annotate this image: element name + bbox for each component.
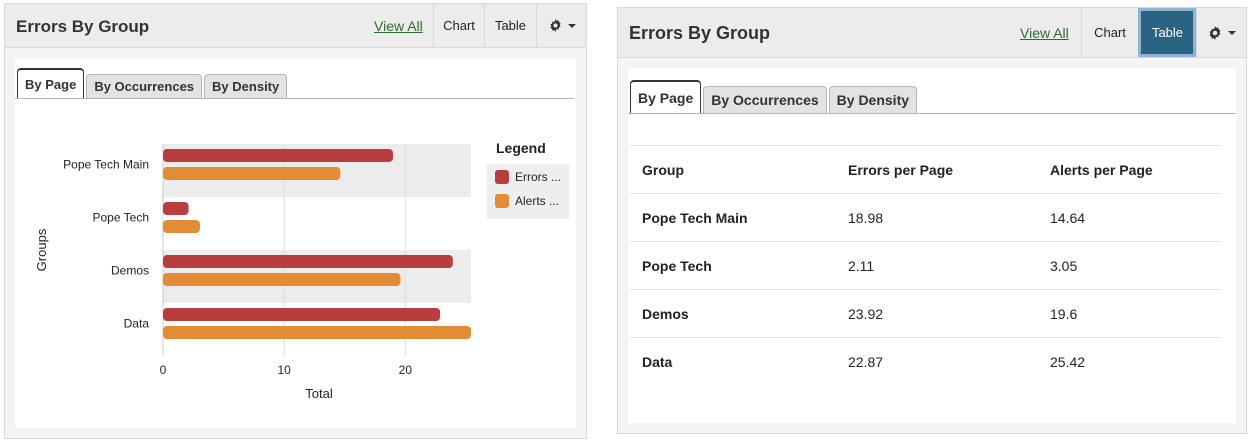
y-category-label: Data	[124, 317, 150, 331]
view-all-link[interactable]: View All	[374, 18, 423, 34]
bar-alerts	[163, 220, 200, 233]
chevron-down-icon	[1228, 30, 1236, 35]
cell-errors: 23.92	[836, 289, 1038, 338]
panel-header: Errors By Group View All Chart Table	[5, 4, 586, 48]
table-view-button[interactable]: Table	[484, 4, 536, 47]
legend: Errors ... Alerts ...	[487, 164, 569, 219]
tab-bar: By Page By Occurrences By Density	[630, 80, 918, 113]
y-category-label: Pope Tech Main	[63, 158, 149, 172]
tab-by-density[interactable]: By Density	[828, 86, 918, 113]
column-header-errors: Errors per Page	[836, 145, 1038, 194]
cell-group: Data	[630, 337, 836, 386]
cell-alerts: 25.42	[1038, 337, 1220, 386]
cell-errors: 2.11	[836, 241, 1038, 290]
y-category-label: Demos	[111, 264, 149, 278]
tab-underline	[628, 113, 1236, 114]
tab-by-page[interactable]: By Page	[630, 80, 702, 113]
cell-alerts: 19.6	[1038, 289, 1220, 338]
table-row: Data 22.87 25.42	[630, 337, 1220, 386]
table-row: Demos 23.92 19.6	[630, 289, 1220, 338]
y-axis-title: Groups	[34, 228, 49, 271]
settings-menu-button[interactable]	[536, 4, 587, 47]
table-header-row: Group Errors per Page Alerts per Page	[630, 145, 1220, 194]
table-row: Pope Tech Main 18.98 14.64	[630, 193, 1220, 242]
gear-icon	[1208, 25, 1222, 40]
column-header-group: Group	[630, 145, 836, 194]
legend-item-alerts[interactable]: Alerts ...	[495, 194, 559, 208]
legend-swatch-errors	[495, 170, 509, 184]
panel-header: Errors By Group View All Chart Table	[618, 8, 1246, 58]
cell-group: Demos	[630, 289, 836, 338]
column-header-alerts: Alerts per Page	[1038, 145, 1220, 194]
bar-errors	[163, 202, 189, 215]
bar-errors	[163, 308, 441, 321]
table-row: Pope Tech 2.11 3.05	[630, 241, 1220, 290]
bar-alerts	[163, 167, 341, 180]
legend-swatch-alerts	[495, 194, 509, 208]
chart-view-button[interactable]: Chart	[433, 4, 484, 47]
x-axis-title: Total	[305, 386, 333, 401]
view-all-link[interactable]: View All	[1020, 25, 1069, 41]
bar-alerts	[163, 326, 471, 339]
chevron-down-icon	[567, 23, 576, 28]
x-tick-label: 20	[399, 363, 413, 377]
chart-view-button[interactable]: Chart	[1081, 8, 1138, 57]
bar-errors	[163, 255, 453, 268]
legend-label-alerts: Alerts ...	[515, 194, 560, 208]
x-tick-label: 10	[277, 363, 291, 377]
cell-errors: 18.98	[836, 193, 1038, 242]
tab-by-occurrences[interactable]: By Occurrences	[703, 86, 827, 113]
cell-group: Pope Tech	[630, 241, 836, 290]
errors-by-group-table-panel: Errors By Group View All Chart Table By …	[617, 7, 1247, 434]
gear-icon	[549, 19, 562, 32]
errors-by-group-chart-panel: Errors By Group View All Chart Table By …	[4, 3, 587, 439]
legend-title: Legend	[496, 140, 546, 156]
panel-title: Errors By Group	[629, 23, 771, 43]
bar-alerts	[163, 273, 401, 286]
settings-menu-button[interactable]	[1196, 8, 1247, 57]
cell-group: Pope Tech Main	[630, 193, 836, 242]
panel-title: Errors By Group	[16, 17, 150, 36]
table-view-button[interactable]: Table	[1138, 8, 1196, 57]
y-category-label: Pope Tech	[93, 211, 150, 225]
legend-item-errors[interactable]: Errors ...	[495, 170, 561, 184]
errors-table: Group Errors per Page Alerts per Page Po…	[630, 145, 1220, 386]
chart-body: By Page By Occurrences By Density 0 10 20 P…	[15, 58, 576, 428]
cell-alerts: 3.05	[1038, 241, 1220, 290]
bar-chart: 0 10 20 Pope Tech Main Pope Tech Demos Data Tot…	[34, 144, 471, 401]
bar-errors	[163, 149, 393, 162]
x-tick-label: 0	[160, 363, 167, 377]
table-body: By Page By Occurrences By Density Group …	[628, 68, 1236, 423]
cell-alerts: 14.64	[1038, 193, 1220, 242]
cell-errors: 22.87	[836, 337, 1038, 386]
legend-label-errors: Errors ...	[515, 170, 562, 184]
